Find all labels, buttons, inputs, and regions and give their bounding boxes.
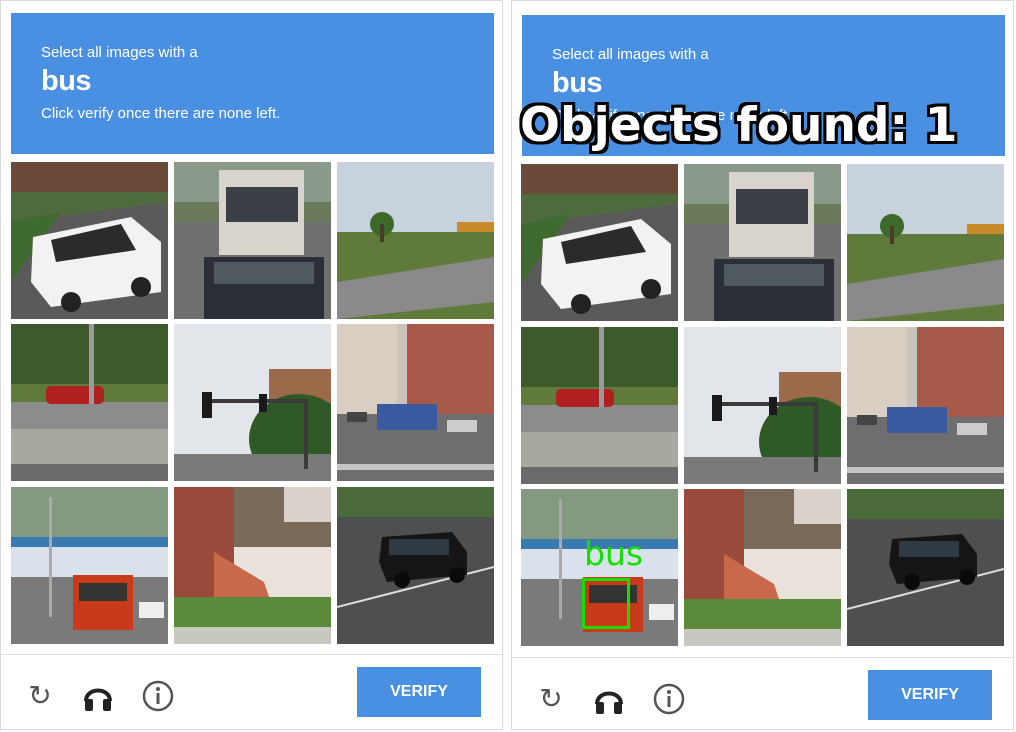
image-tile-8[interactable] — [684, 489, 841, 646]
image-tile-9[interactable] — [847, 489, 1004, 646]
reload-icon[interactable]: ↻ — [534, 682, 568, 716]
image-tile-6[interactable] — [337, 324, 494, 481]
detection-label: bus — [584, 534, 644, 573]
bus-behind-car-image — [684, 164, 841, 321]
objects-found-overlay: Objects found: 1 — [520, 98, 958, 153]
bus-behind-car-image — [174, 162, 331, 319]
verify-button[interactable]: VERIFY — [357, 667, 481, 717]
image-tile-5[interactable] — [684, 327, 841, 484]
road-grass-image — [847, 164, 1004, 321]
headphones-icon[interactable] — [592, 682, 626, 716]
captcha-footer: ↻ VERIFY — [1, 654, 502, 732]
image-tile-1[interactable] — [521, 164, 678, 321]
captcha-footer: ↻ VERIFY — [512, 657, 1013, 732]
road-grass-image — [337, 162, 494, 319]
traffic-light-image — [174, 324, 331, 481]
image-tile-2[interactable] — [684, 164, 841, 321]
brick-house-image — [174, 487, 331, 644]
brick-house-image — [684, 489, 841, 646]
minivan-image — [11, 162, 168, 319]
image-tile-6[interactable] — [847, 327, 1004, 484]
instruction-subline: Click verify once there are none left. — [41, 105, 281, 122]
target-object-label: bus — [41, 65, 92, 97]
headphones-icon[interactable] — [81, 679, 115, 713]
image-tile-7[interactable] — [11, 487, 168, 644]
detection-box — [582, 578, 630, 629]
info-icon[interactable] — [141, 679, 175, 713]
image-tile-5[interactable] — [174, 324, 331, 481]
black-suv-image — [337, 487, 494, 644]
reload-icon[interactable]: ↻ — [23, 679, 57, 713]
highway-barrier-image — [521, 327, 678, 484]
highway-barrier-image — [11, 324, 168, 481]
image-tile-4[interactable] — [11, 324, 168, 481]
image-tile-9[interactable] — [337, 487, 494, 644]
captcha-panel-left: Select all images with a bus Click verif… — [0, 0, 503, 730]
orange-bus-street-image — [11, 487, 168, 644]
instruction-line: Select all images with a — [41, 44, 198, 61]
minivan-image — [521, 164, 678, 321]
image-tile-8[interactable] — [174, 487, 331, 644]
image-tile-4[interactable] — [521, 327, 678, 484]
target-object-label: bus — [552, 67, 603, 99]
traffic-light-image — [684, 327, 841, 484]
info-icon[interactable] — [652, 682, 686, 716]
instruction-line: Select all images with a — [552, 46, 709, 63]
verify-button[interactable]: VERIFY — [868, 670, 992, 720]
image-tile-1[interactable] — [11, 162, 168, 319]
image-tile-3[interactable] — [847, 164, 1004, 321]
city-bus-image — [337, 324, 494, 481]
image-tile-3[interactable] — [337, 162, 494, 319]
captcha-header: Select all images with a bus Click verif… — [11, 13, 494, 154]
city-bus-image — [847, 327, 1004, 484]
image-tile-2[interactable] — [174, 162, 331, 319]
black-suv-image — [847, 489, 1004, 646]
